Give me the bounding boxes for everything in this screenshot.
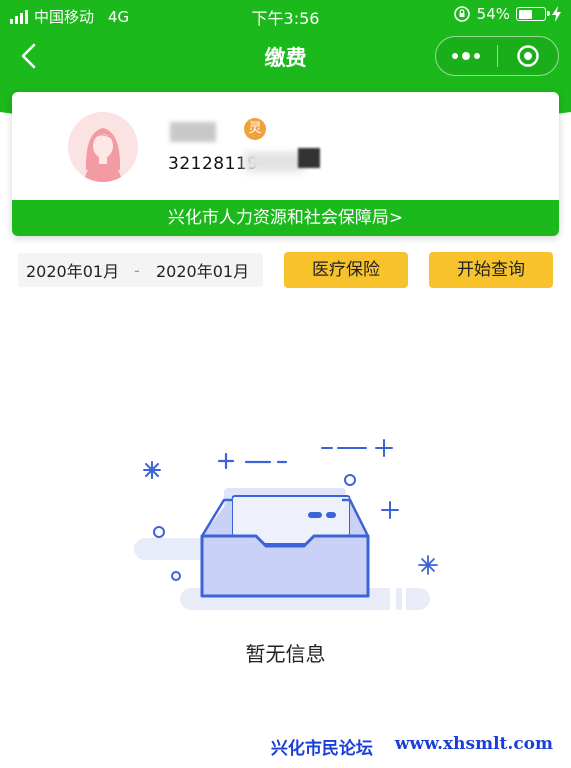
plus-star-icon: [217, 452, 235, 470]
end-date[interactable]: 2020年01月: [156, 258, 249, 282]
target-close-icon: [517, 45, 539, 67]
plus-star-icon: [381, 501, 399, 519]
watermark-forum: 兴化市民论坛: [270, 739, 373, 759]
organization-link[interactable]: 兴化市人力资源和社会保障局>: [12, 200, 559, 236]
search-button[interactable]: 开始查询: [429, 252, 553, 288]
date-range-picker[interactable]: 2020年01月 - 2020年01月: [18, 253, 263, 287]
id-redacted-dark: [298, 148, 320, 168]
watermark-url: www.xhsmlt.com: [394, 734, 553, 754]
battery-icon: [516, 7, 550, 21]
empty-box-illustration: [134, 439, 438, 610]
avatar: [68, 112, 138, 182]
female-avatar-icon: [68, 112, 138, 182]
nav-bar: 缴费: [0, 30, 571, 82]
close-button[interactable]: [497, 37, 558, 75]
sparkle-icon: [143, 461, 161, 479]
id-redacted: [244, 152, 304, 172]
user-card: 灵 32128119 兴化市人力资源和社会保障局>: [12, 92, 559, 236]
page: 中国移动 4G 下午3:56 54% 缴费 灵 32128119 兴化市人力资源…: [0, 0, 571, 768]
plus-star-icon: [375, 439, 393, 457]
rotation-lock-icon: [453, 6, 470, 22]
badge: 灵: [244, 118, 266, 140]
date-separator: -: [134, 260, 140, 280]
more-button[interactable]: [436, 37, 497, 75]
status-right: 54%: [453, 5, 561, 23]
status-bar: 中国移动 4G 下午3:56 54%: [0, 0, 571, 30]
empty-message: 暂无信息: [245, 642, 326, 666]
mini-program-capsule: [435, 36, 559, 76]
charging-icon: [552, 6, 561, 22]
name-redacted: [170, 122, 216, 142]
watermark: 兴化市民论坛 www.xhsmlt.com: [271, 734, 553, 759]
start-date[interactable]: 2020年01月: [26, 258, 119, 282]
battery-percent: 54%: [476, 5, 510, 23]
sparkle-icon: [418, 555, 438, 575]
insurance-type-button[interactable]: 医疗保险: [284, 252, 408, 288]
more-dots-icon: [452, 53, 459, 59]
